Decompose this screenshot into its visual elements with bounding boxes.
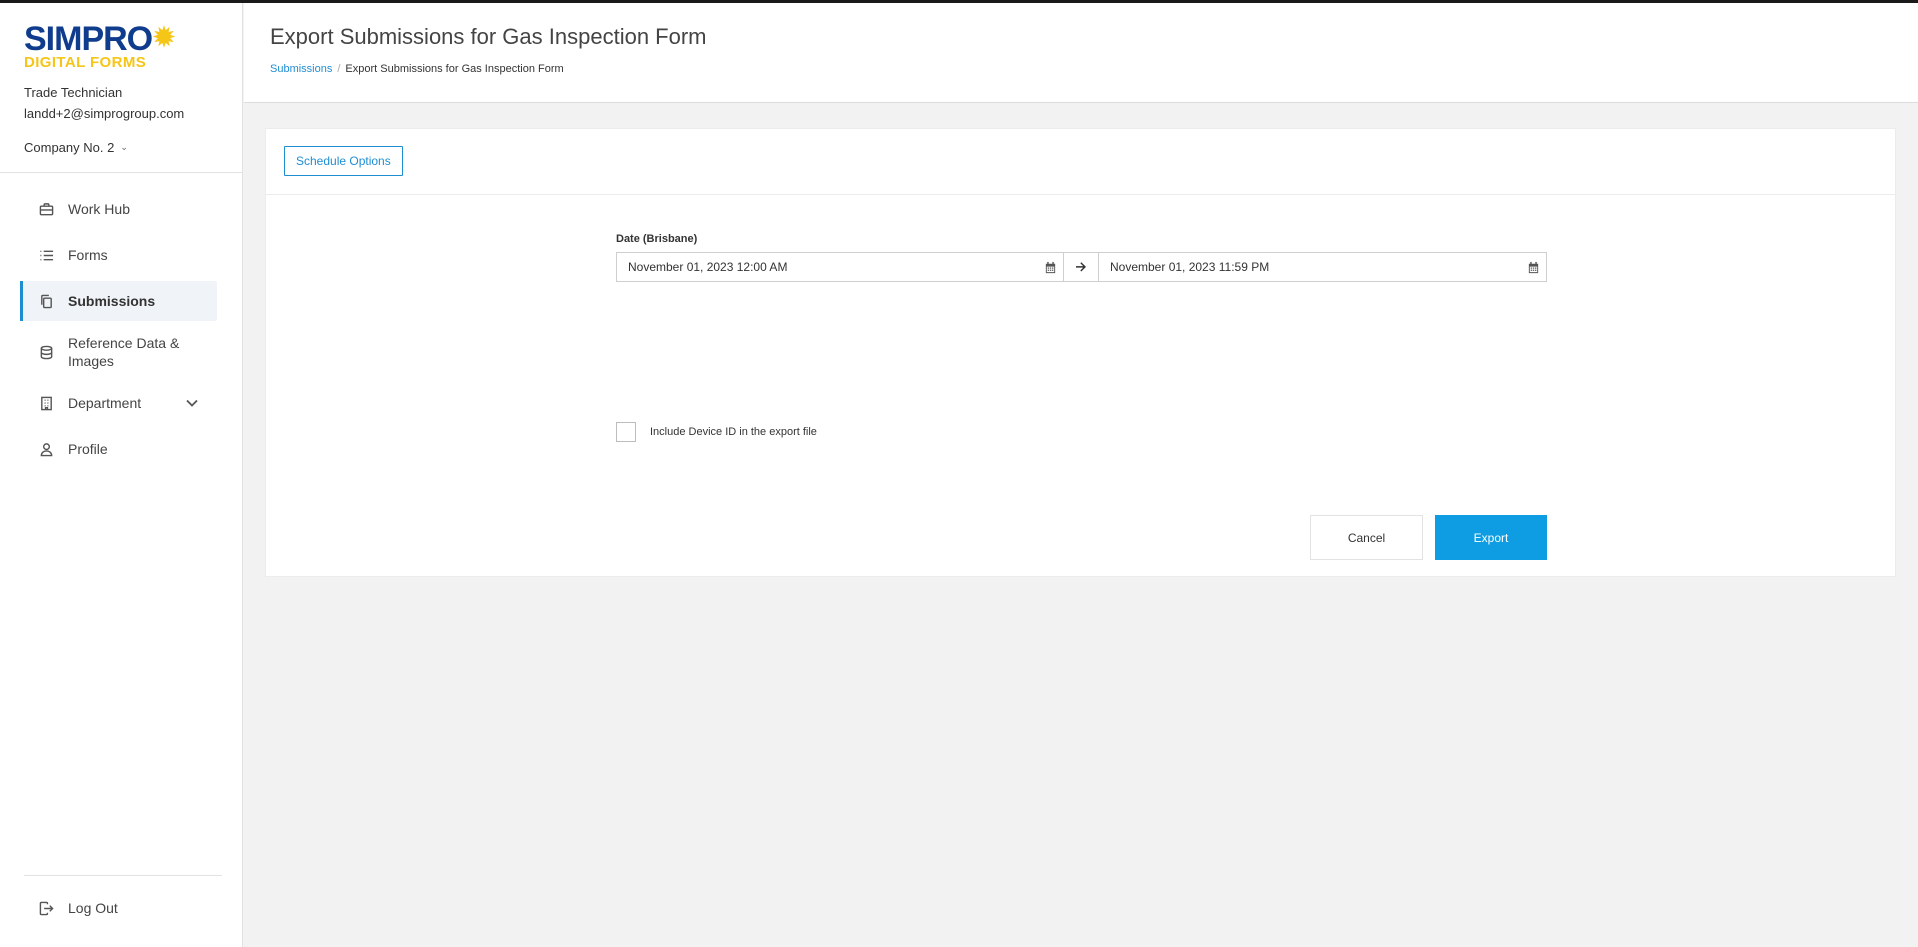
page-header: Export Submissions for Gas Inspection Fo… [244, 3, 1918, 103]
list-icon [38, 247, 54, 263]
divider [24, 875, 222, 876]
card-toolbar: Schedule Options [266, 129, 1895, 195]
brand-name: SIMPRO [24, 20, 153, 58]
logout-label: Log Out [68, 900, 118, 916]
copy-icon [38, 293, 54, 309]
sidebar-item-label: Work Hub [68, 201, 130, 217]
sidebar-item-label: Profile [68, 441, 108, 457]
sidebar-item-work-hub[interactable]: Work Hub [20, 189, 217, 229]
briefcase-icon [38, 201, 54, 217]
calendar-icon[interactable] [1044, 261, 1057, 274]
sidebar-item-department[interactable]: Department [20, 383, 217, 423]
sidebar-item-reference-data[interactable]: Reference Data & Images [20, 327, 217, 377]
include-device-id-label: Include Device ID in the export file [650, 426, 817, 438]
date-to-input[interactable] [1110, 260, 1490, 274]
arrow-right-icon [1064, 252, 1098, 282]
sidebar-item-label: Reference Data & Images [68, 335, 180, 369]
building-icon [38, 395, 54, 411]
company-selector[interactable]: Company No. 2 ⌄ [24, 140, 128, 155]
user-email: landd+2@simprogroup.com [24, 106, 185, 121]
logout-icon [38, 900, 54, 916]
chevron-down-icon[interactable] [185, 396, 199, 410]
export-card: Schedule Options Date (Brisbane) Include… [265, 128, 1896, 577]
sidebar-nav: Work Hub Forms Submissions Reference Dat… [20, 189, 217, 475]
user-icon [38, 441, 54, 457]
breadcrumb-link-submissions[interactable]: Submissions [270, 63, 332, 75]
date-range-label: Date (Brisbane) [616, 233, 698, 245]
chevron-down-icon: ⌄ [120, 142, 128, 152]
logout-button[interactable]: Log Out [38, 893, 118, 923]
company-name: Company No. 2 [24, 140, 115, 155]
cancel-button[interactable]: Cancel [1310, 515, 1423, 560]
breadcrumb-separator: / [337, 63, 341, 75]
sidebar-item-label: Department [68, 395, 142, 411]
sidebar-item-forms[interactable]: Forms [20, 235, 217, 275]
sidebar-item-label: Forms [68, 247, 108, 263]
schedule-options-button[interactable]: Schedule Options [284, 146, 403, 176]
sidebar-item-submissions[interactable]: Submissions [20, 281, 217, 321]
date-from-input[interactable] [628, 260, 1008, 274]
export-button[interactable]: Export [1435, 515, 1547, 560]
database-icon [38, 344, 54, 360]
sidebar-item-profile[interactable]: Profile [20, 429, 217, 469]
star-icon: ✹ [153, 22, 175, 52]
page-title: Export Submissions for Gas Inspection Fo… [270, 24, 707, 49]
sidebar-item-label: Submissions [68, 293, 156, 309]
breadcrumb-current: Export Submissions for Gas Inspection Fo… [345, 63, 564, 75]
sidebar: SIMPRO ✹ DIGITAL FORMS Trade Technician l… [0, 3, 243, 947]
breadcrumb: Submissions / Export Submissions for Gas… [270, 63, 564, 75]
date-to-field[interactable] [1098, 252, 1547, 282]
brand-logo[interactable]: SIMPRO ✹ DIGITAL FORMS [24, 20, 175, 71]
date-range-picker [616, 252, 1547, 282]
user-role: Trade Technician [24, 85, 123, 100]
calendar-icon[interactable] [1527, 261, 1540, 274]
include-device-id-option[interactable]: Include Device ID in the export file [616, 422, 817, 442]
include-device-id-checkbox[interactable] [616, 422, 636, 442]
divider [0, 172, 243, 173]
date-from-field[interactable] [616, 252, 1064, 282]
